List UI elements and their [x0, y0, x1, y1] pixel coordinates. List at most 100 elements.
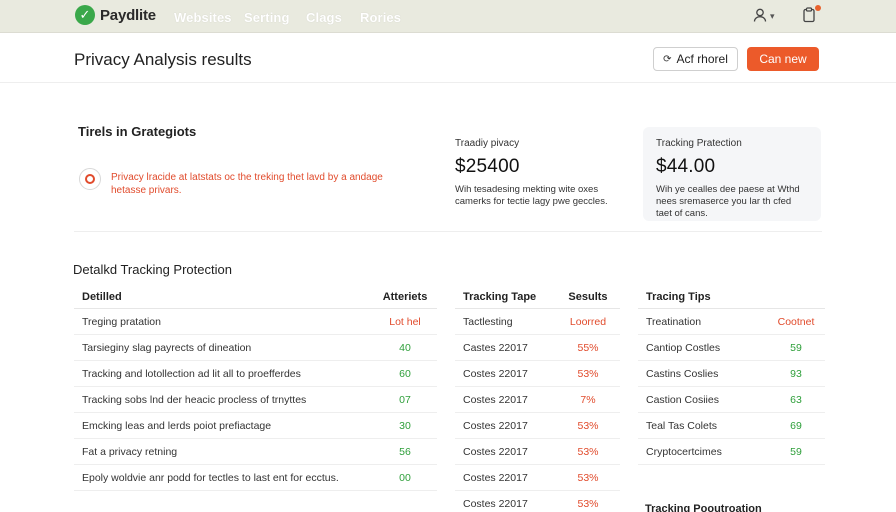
- secondary-button[interactable]: ⟳ Acf rhorel: [653, 47, 738, 71]
- nav-item-clags[interactable]: Clags: [306, 10, 342, 25]
- column-header: Atteriets: [382, 291, 428, 303]
- row-label: Tracking and lotollection ad lit all to …: [82, 368, 301, 380]
- row-value: Loorred: [569, 316, 607, 328]
- row-value: 63: [790, 394, 802, 406]
- table-row[interactable]: Fat a privacy retning 56: [74, 439, 437, 465]
- tracking-protection-footer: Tracking Pooutroation: [645, 503, 762, 512]
- stat-value: $25400: [455, 156, 520, 177]
- row-label: Castion Cosiies: [646, 394, 719, 406]
- row-value: 7%: [580, 394, 596, 406]
- row-value: 93: [790, 368, 802, 380]
- brand-name: Paydlite: [100, 6, 156, 24]
- row-value: 53%: [577, 368, 599, 380]
- table-row[interactable]: Cryptocertcimes 59: [638, 439, 825, 465]
- column-header: Tracing Tips: [646, 291, 711, 303]
- row-label: Treatination: [646, 316, 702, 328]
- tracking-type-table: Tracking Tape Sesults Tactlesting Loorred…: [455, 287, 620, 512]
- alert-text: Privacy lracide at latstats oc the treki…: [111, 172, 383, 196]
- column-header: Sesults: [568, 291, 608, 303]
- table-row[interactable]: Castion Cosiies 63: [638, 387, 825, 413]
- table-row[interactable]: Epoly woldvie anr podd for tectles to la…: [74, 465, 437, 491]
- table-row[interactable]: Treatination Cootnet: [638, 309, 825, 335]
- row-label: Costes 22017: [463, 368, 528, 380]
- table-row[interactable]: Tracking and lotollection ad lit all to …: [74, 361, 437, 387]
- row-value: Cootnet: [777, 316, 815, 328]
- row-label: Costes 22017: [463, 498, 528, 510]
- nav-item-websites[interactable]: Websites: [174, 10, 232, 25]
- clipboard-icon[interactable]: [802, 7, 816, 26]
- alert-icon: [79, 168, 101, 190]
- table-row[interactable]: Cantiop Costles 59: [638, 335, 825, 361]
- table-row[interactable]: Castins Coslies 93: [638, 361, 825, 387]
- header-divider: [0, 82, 896, 83]
- section-divider: [74, 231, 822, 232]
- table-row[interactable]: Tactlesting Loorred: [455, 309, 620, 335]
- table-header: Tracking Tape Sesults: [455, 287, 620, 309]
- notification-badge: [815, 5, 821, 11]
- row-label: Costes 22017: [463, 420, 528, 432]
- primary-button[interactable]: Can new: [747, 47, 819, 71]
- nav-item-rories[interactable]: Rories: [360, 10, 401, 25]
- brand-logo-icon: ✓: [75, 5, 95, 25]
- refresh-icon: ⟳: [663, 53, 672, 65]
- detail-table: Detilled Atteriets Treging pratation Lot …: [74, 287, 437, 491]
- table-row[interactable]: Costes 22017 53%: [455, 361, 620, 387]
- row-label: Costes 22017: [463, 394, 528, 406]
- row-label: Tracking sobs lnd der heacic procless of…: [82, 394, 307, 406]
- row-label: Fat a privacy retning: [82, 446, 178, 458]
- row-value: 53%: [577, 498, 599, 510]
- row-value: 53%: [577, 420, 599, 432]
- column-header: Detilled: [82, 291, 122, 303]
- column-header: Tracking Tape: [463, 291, 537, 303]
- nav-item-serting[interactable]: Serting: [244, 10, 289, 25]
- stat-value: $44.00: [656, 156, 716, 177]
- row-value: 60: [399, 368, 411, 380]
- table-row[interactable]: Teal Tas Colets 69: [638, 413, 825, 439]
- stat-label: Traadiy pivacy: [455, 138, 520, 149]
- row-label: Tactlesting: [463, 316, 513, 328]
- row-value: 59: [790, 446, 802, 458]
- row-label: Costes 22017: [463, 446, 528, 458]
- row-value: 56: [399, 446, 411, 458]
- row-value: 40: [399, 342, 411, 354]
- row-label: Epoly woldvie anr podd for tectles to la…: [82, 472, 339, 484]
- secondary-button-label: Acf rhorel: [676, 52, 728, 66]
- row-label: Cryptocertcimes: [646, 446, 722, 458]
- stat-card-protection: Tracking Pratection $44.00 Wih ye cealle…: [643, 127, 821, 221]
- table-row[interactable]: Costes 22017 53%: [455, 465, 620, 491]
- row-value: 53%: [577, 472, 599, 484]
- table-header: Tracing Tips: [638, 287, 825, 309]
- row-value: 59: [790, 342, 802, 354]
- row-value: 07: [399, 394, 411, 406]
- table-row[interactable]: Treging pratation Lot hel: [74, 309, 437, 335]
- row-label: Treging pratation: [82, 316, 161, 328]
- top-nav: ✓ Paydlite Websites Serting Clags Rories…: [0, 0, 896, 33]
- stat-description: Wih tesadesing mekting wite oxes camerks…: [455, 184, 608, 207]
- row-label: Castins Coslies: [646, 368, 719, 380]
- tracing-tips-table: Tracing Tips Treatination Cootnet Cantiop…: [638, 287, 825, 465]
- table-row[interactable]: Tracking sobs lnd der heacic procless of…: [74, 387, 437, 413]
- summary-title: Tirels in Grategiots: [78, 124, 197, 139]
- row-value: 00: [399, 472, 411, 484]
- table-row[interactable]: Costes 22017 7%: [455, 387, 620, 413]
- chevron-down-icon[interactable]: ▾: [770, 11, 775, 22]
- row-value: 53%: [577, 446, 599, 458]
- brand-logo[interactable]: ✓ Paydlite: [75, 5, 156, 25]
- stat-description: Wih ye cealles dee paese at Wthd nees sr…: [656, 184, 800, 219]
- table-row[interactable]: Costes 22017 53%: [455, 439, 620, 465]
- stat-card-privacy: Traadiy pivacy $25400 Wih tesadesing mek…: [455, 138, 615, 208]
- row-value: 69: [790, 420, 802, 432]
- row-value: 55%: [577, 342, 599, 354]
- row-label: Castes 22017: [463, 342, 528, 354]
- table-row[interactable]: Emcking leas and lerds poiot prefiactage…: [74, 413, 437, 439]
- table-row[interactable]: Castes 22017 55%: [455, 335, 620, 361]
- user-icon[interactable]: [752, 7, 768, 26]
- page-title: Privacy Analysis results: [74, 50, 252, 69]
- row-label: Cantiop Costles: [646, 342, 721, 354]
- table-row[interactable]: Tarsieginy slag payrects of dineation 40: [74, 335, 437, 361]
- row-value: 30: [399, 420, 411, 432]
- stat-label: Tracking Pratection: [656, 138, 742, 149]
- table-row[interactable]: Costes 22017 53%: [455, 491, 620, 512]
- table-header: Detilled Atteriets: [74, 287, 437, 309]
- table-row[interactable]: Costes 22017 53%: [455, 413, 620, 439]
